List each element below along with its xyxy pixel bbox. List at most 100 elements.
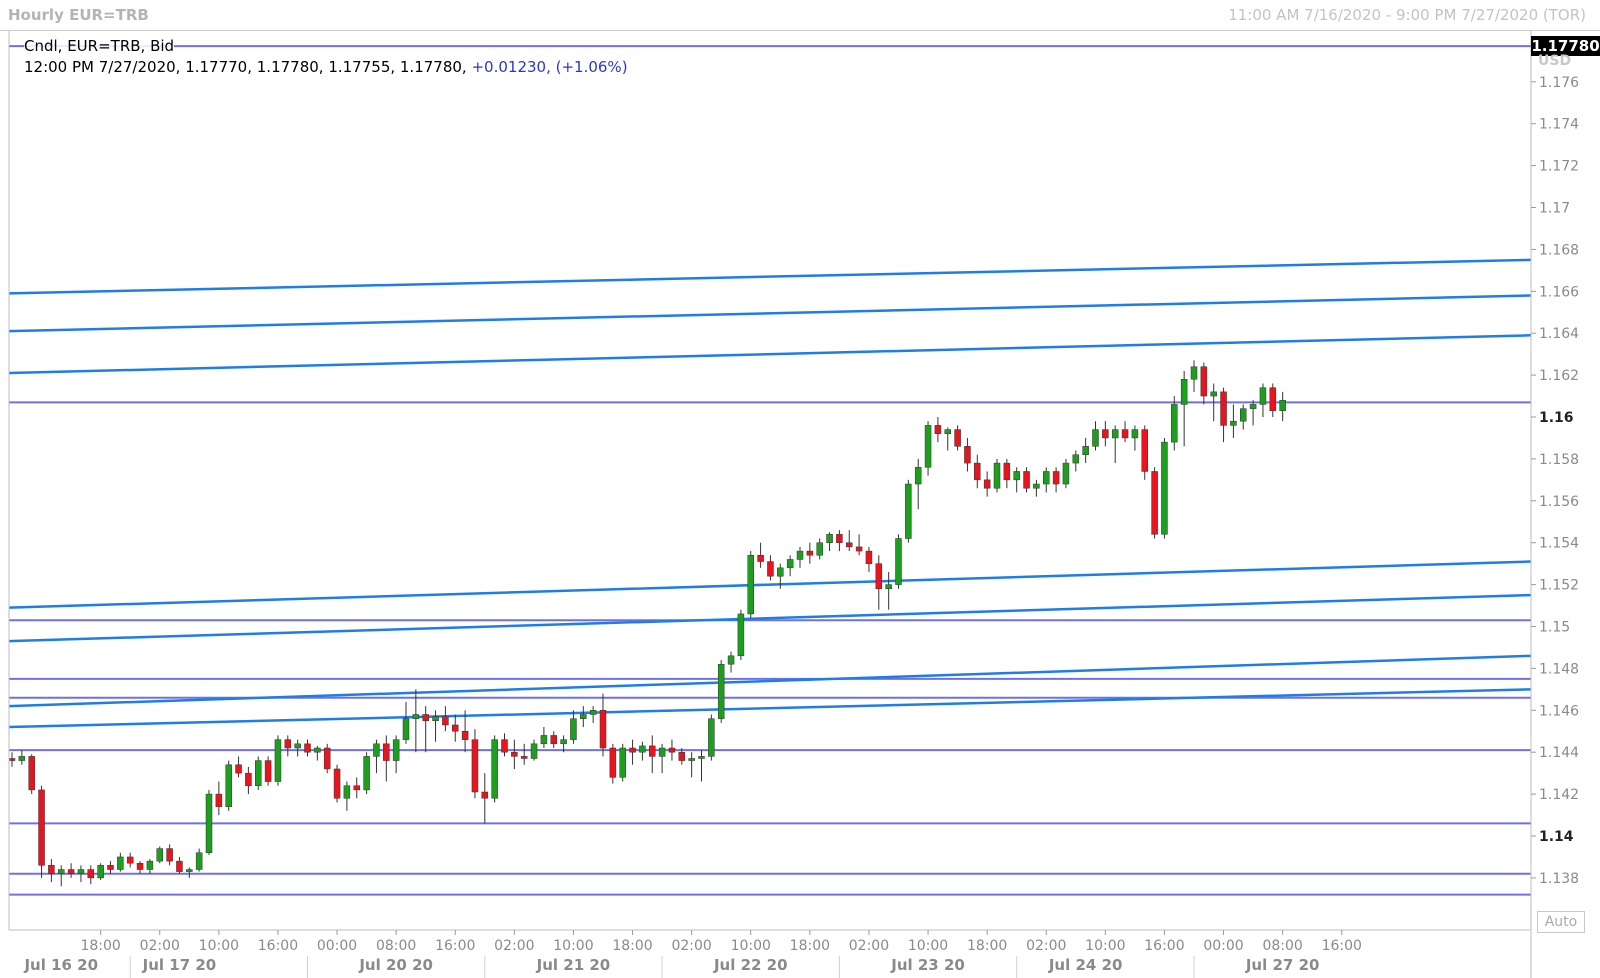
candle-body [353,785,360,791]
candle-body [1151,471,1158,535]
candle-body [688,758,695,761]
candle [225,760,232,811]
candle [619,743,626,782]
candle-body [737,613,745,657]
candle-body [855,546,863,552]
candle [905,479,912,543]
window-date-range: 11:00 AM 7/16/2020 - 9:00 PM 7/27/2020 (… [1228,6,1586,24]
candle-body [1111,429,1119,439]
y-tick-label: 1.144 [1539,745,1579,761]
candle-body [48,865,55,874]
x-tick-label: 16:00 [258,938,298,954]
candle-body [599,710,607,749]
candle-body [560,739,567,745]
candle-body [67,869,75,874]
x-axis: 18:00 02:00 10:00 16:00 00:00 08:00 16:00 02:00… [23,930,1362,974]
candle-body [1131,429,1139,439]
candle-body [1043,471,1050,485]
candle-body [629,747,636,753]
candle-body [1082,446,1089,455]
candle-body [1121,429,1129,439]
candle-body [471,739,479,793]
candle-body [895,538,902,585]
candle-body [255,760,262,786]
candle-body [1003,462,1011,481]
candle-body [826,534,833,543]
y-tick-label: 1.174 [1539,117,1579,133]
candle-body [1141,429,1148,472]
x-tick-label: 02:00 [494,938,534,954]
candle-body [1180,379,1188,405]
candle-body [806,550,814,556]
candle-body [452,724,459,732]
candle-body [284,739,292,749]
candle-body [481,791,489,799]
x-tick-label: 16:00 [1322,938,1362,954]
x-tick-label: 10:00 [908,938,948,954]
candle-body [1200,366,1208,397]
candle-body [1210,391,1217,397]
y-tick-label: 1.146 [1539,703,1579,719]
y-tick-label: 1.14 [1539,829,1574,845]
candle [156,846,163,864]
x-tick-label: 16:00 [1144,938,1184,954]
auto-scale-button[interactable]: Auto [1537,911,1585,933]
candle-body [580,714,587,719]
x-tick-label: 18:00 [790,938,830,954]
candle-body [1062,462,1070,485]
y-tick-label: 1.164 [1539,326,1579,342]
y-tick-label: 1.138 [1539,871,1579,887]
x-tick-label: 18:00 [612,938,652,954]
candle-body [195,852,203,870]
legend-ohlc: 12:00 PM 7/27/2020, 1.17770, 1.17780, 1.… [24,58,628,76]
x-date-label: Jul 24 20 [1048,956,1123,974]
candle-body [491,739,498,799]
candle-body [442,716,449,726]
candle-body [58,869,65,874]
title-bar: Hourly EUR=TRB 11:00 AM 7/16/2020 - 9:00… [0,0,1600,31]
y-tick-label: 1.152 [1539,578,1579,594]
candlestick-chart: 1.138 1.14 1.142 1.144 1.146 1.148 1.15 1.152 1.… [8,30,1579,978]
candle-body [18,756,26,761]
candle-body [924,425,932,468]
candle-body [156,848,163,862]
candle [895,534,902,589]
candle-body [885,584,892,590]
candle-body [235,764,242,774]
candle-body [619,747,626,778]
candle-body [402,718,410,740]
date-separators [129,956,1195,978]
candle-body [1269,387,1277,411]
candle-body [1259,387,1267,405]
candle-body [1279,399,1286,411]
candle-body [727,655,735,665]
candle [333,764,341,803]
candle-body [934,425,942,435]
x-tick-label: 18:00 [967,938,1007,954]
candle-body [126,856,134,864]
x-tick-label: 00:00 [317,938,357,954]
candle-body [589,710,597,715]
candle-body [363,756,370,791]
y-tick-label: 1.172 [1539,159,1579,175]
candle [28,754,35,795]
candle-body [245,772,252,786]
candle-body [649,745,656,757]
candle-body [846,542,853,548]
candle [363,752,370,795]
candle-body [412,714,420,719]
x-tick-label: 08:00 [376,938,416,954]
candle-body [983,479,991,489]
y-tick-label: 1.176 [1539,75,1579,91]
candle [993,458,1001,493]
candle-body [1249,404,1257,409]
candle-body [1092,429,1099,447]
candle [471,729,479,799]
y-tick-label: 1.154 [1539,536,1579,552]
candle-body [875,563,883,590]
candle-body [1052,471,1060,485]
x-tick-label: 18:00 [80,938,120,954]
candle-body [501,739,508,753]
x-date-label: Jul 21 20 [536,956,611,974]
candle-body [530,743,538,759]
